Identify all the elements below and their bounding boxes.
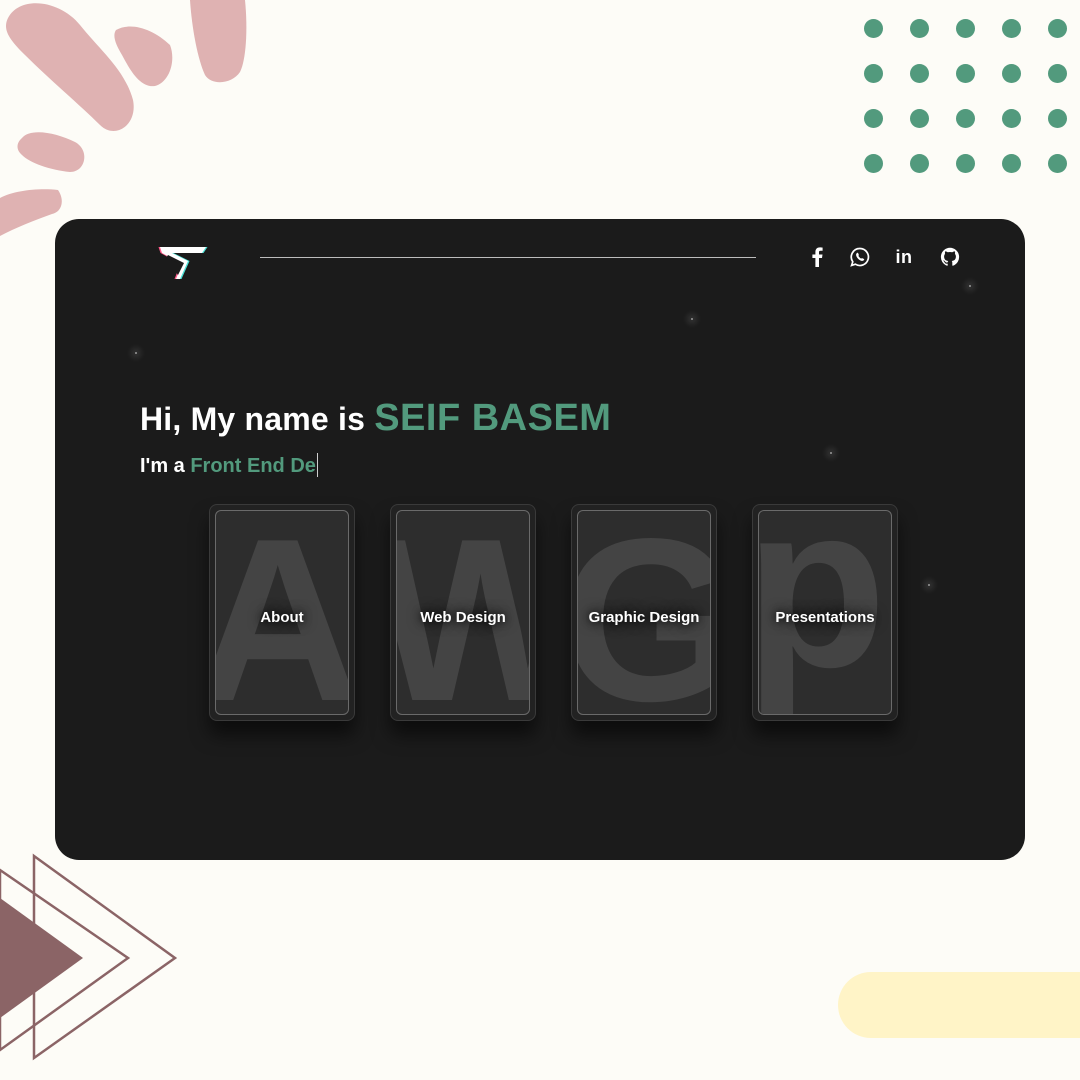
role-typed-text: Front End De — [190, 455, 316, 477]
tile-frame: G Graphic Design — [577, 510, 711, 715]
typing-cursor — [316, 453, 318, 477]
tile-frame: p Presentations — [758, 510, 892, 715]
hero-name: SEIF BASEM — [374, 397, 612, 439]
tile-about[interactable]: A About — [209, 504, 355, 721]
s-monogram-logo-icon[interactable] — [158, 241, 208, 283]
tile-frame: W Web Design — [396, 510, 530, 715]
tile-label: Web Design — [420, 609, 506, 626]
portfolio-card: in Hi, My name is SEIF BASEM I'm a Front… — [55, 219, 1025, 860]
hero-greeting: Hi, My name is SEIF BASEM — [140, 397, 611, 440]
tile-web-design[interactable]: W Web Design — [390, 504, 536, 721]
triangle-decoration — [0, 853, 178, 1061]
sparkle-decoration — [969, 285, 971, 287]
yellow-pill-decoration — [838, 972, 1080, 1038]
hero-role: I'm a Front End De — [140, 453, 318, 478]
sparkle-decoration — [691, 318, 693, 320]
sparkle-decoration — [928, 584, 930, 586]
tile-label: About — [260, 609, 304, 626]
linkedin-glyph: in — [895, 246, 913, 267]
tile-background-letter: p — [758, 510, 887, 715]
pink-brush-decoration — [0, 0, 247, 236]
tile-presentations[interactable]: p Presentations — [752, 504, 898, 721]
github-icon[interactable] — [938, 245, 962, 269]
greeting-text: Hi, My name is — [140, 401, 366, 437]
header-divider — [260, 257, 756, 258]
dot-grid-decoration — [864, 19, 1067, 179]
sparkle-decoration — [135, 352, 137, 354]
whatsapp-icon[interactable] — [848, 245, 872, 269]
facebook-icon[interactable] — [805, 245, 829, 269]
linkedin-icon[interactable]: in — [892, 245, 916, 269]
role-prefix: I'm a — [140, 455, 185, 477]
tile-label: Presentations — [775, 609, 875, 626]
tile-graphic-design[interactable]: G Graphic Design — [571, 504, 717, 721]
sparkle-decoration — [830, 452, 832, 454]
tile-frame: A About — [215, 510, 349, 715]
tile-label: Graphic Design — [588, 609, 700, 626]
